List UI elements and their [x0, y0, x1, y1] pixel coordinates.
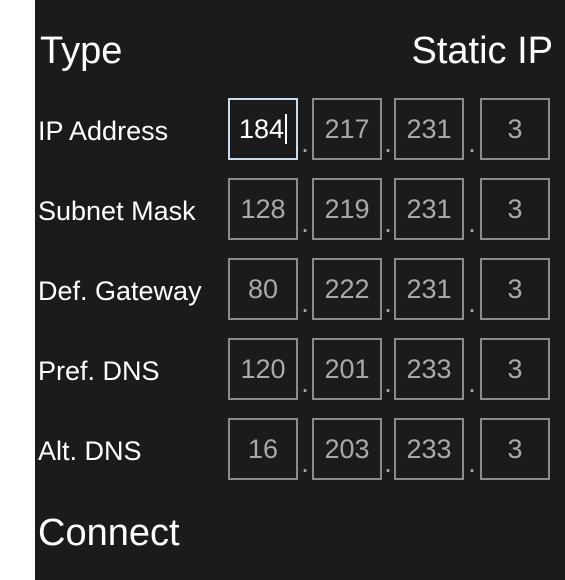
alternate-dns-label: Alt. DNS — [38, 436, 142, 466]
subnet-mask-row: Subnet Mask 128 . 219 . 231 . 3 — [35, 176, 565, 246]
alternate-dns-octet-2-input[interactable]: 203 — [312, 418, 382, 480]
ip-address-row: IP Address 184 . 217 . 231 . 3 — [35, 96, 565, 166]
alternate-dns-octet-3-input[interactable]: 233 — [394, 418, 464, 480]
default-gateway-label: Def. Gateway — [38, 276, 202, 306]
preferred-dns-octet-3-input[interactable]: 233 — [394, 338, 464, 400]
octet-separator: . — [468, 368, 476, 398]
preferred-dns-octet-2-input[interactable]: 201 — [312, 338, 382, 400]
subnet-mask-label: Subnet Mask — [38, 196, 196, 226]
default-gateway-row: Def. Gateway 80 . 222 . 231 . 3 — [35, 256, 565, 326]
octet-separator: . — [384, 208, 392, 238]
octet-separator: . — [301, 128, 309, 158]
ip-address-label: IP Address — [38, 116, 169, 146]
octet-separator: . — [301, 448, 309, 478]
preferred-dns-row: Pref. DNS 120 . 201 . 233 . 3 — [35, 336, 565, 406]
octet-separator: . — [384, 288, 392, 318]
alternate-dns-row: Alt. DNS 16 . 203 . 233 . 3 — [35, 416, 565, 486]
ip-address-octet-1-value: 184 — [238, 114, 285, 144]
ip-address-octet-2-input[interactable]: 217 — [312, 98, 382, 160]
preferred-dns-octet-4-input[interactable]: 3 — [480, 338, 550, 400]
network-settings-panel: Type Static IP IP Address 184 . 217 . 23… — [35, 0, 565, 580]
alternate-dns-octet-4-input[interactable]: 3 — [480, 418, 550, 480]
preferred-dns-octet-1-input[interactable]: 120 — [228, 338, 298, 400]
subnet-mask-octet-1-input[interactable]: 128 — [228, 178, 298, 240]
default-gateway-octet-3-input[interactable]: 231 — [394, 258, 464, 320]
subnet-mask-octet-4-input[interactable]: 3 — [480, 178, 550, 240]
octet-separator: . — [468, 288, 476, 318]
default-gateway-octet-4-input[interactable]: 3 — [480, 258, 550, 320]
text-caret — [285, 113, 288, 144]
octet-separator: . — [384, 368, 392, 398]
subnet-mask-octet-2-input[interactable]: 219 — [312, 178, 382, 240]
ip-address-octet-1-input[interactable]: 184 — [228, 98, 298, 160]
octet-separator: . — [301, 288, 309, 318]
octet-separator: . — [384, 128, 392, 158]
octet-separator: . — [468, 448, 476, 478]
default-gateway-octet-2-input[interactable]: 222 — [312, 258, 382, 320]
octet-separator: . — [468, 208, 476, 238]
ip-address-octet-3-input[interactable]: 231 — [394, 98, 464, 160]
octet-separator: . — [301, 208, 309, 238]
octet-separator: . — [384, 448, 392, 478]
connect-button[interactable]: Connect — [38, 508, 180, 558]
alternate-dns-octet-1-input[interactable]: 16 — [228, 418, 298, 480]
octet-separator: . — [301, 368, 309, 398]
octet-separator: . — [468, 128, 476, 158]
subnet-mask-octet-3-input[interactable]: 231 — [394, 178, 464, 240]
type-selector[interactable]: Static IP — [412, 26, 554, 76]
default-gateway-octet-1-input[interactable]: 80 — [228, 258, 298, 320]
ip-address-octet-4-input[interactable]: 3 — [480, 98, 550, 160]
type-label: Type — [40, 30, 123, 72]
preferred-dns-label: Pref. DNS — [38, 356, 160, 386]
